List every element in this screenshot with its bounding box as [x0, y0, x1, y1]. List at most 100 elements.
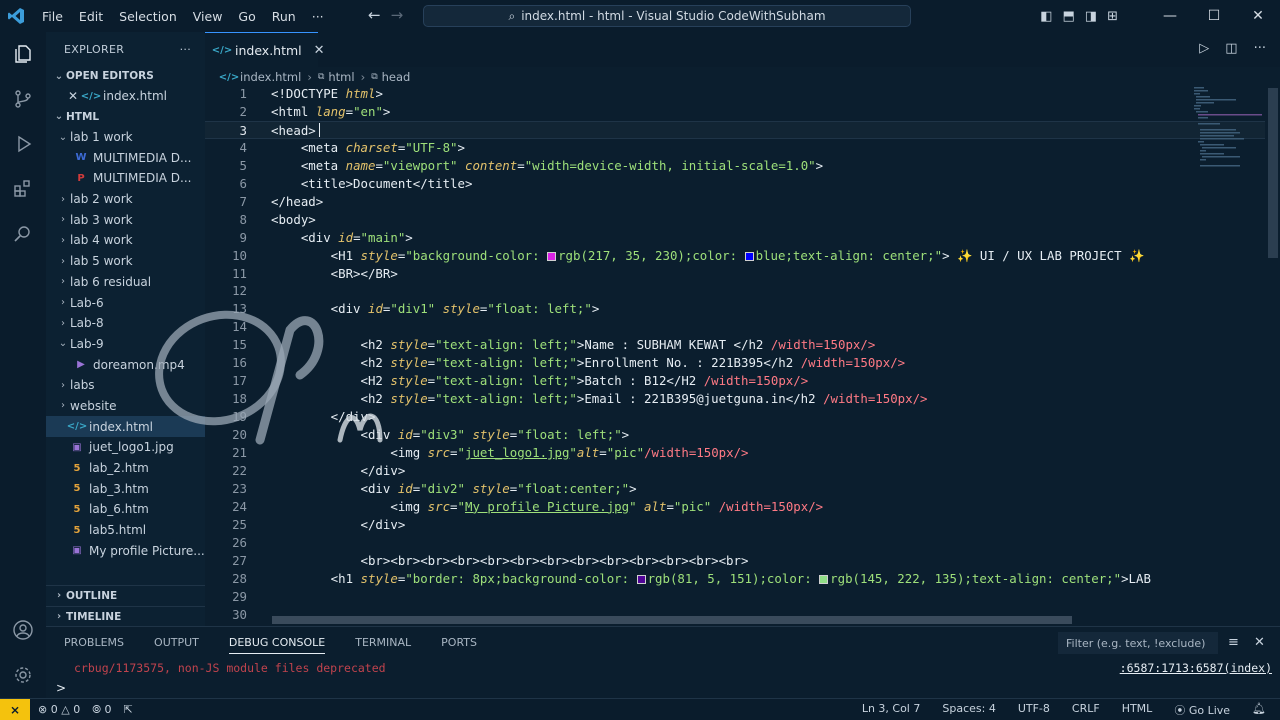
- customize-layout-icon[interactable]: ⊞: [1107, 9, 1118, 24]
- toggle-primary-sidebar-icon[interactable]: ◧: [1040, 9, 1052, 24]
- folder-item[interactable]: › lab 6 residual: [46, 272, 205, 293]
- run-file-icon[interactable]: ▷: [1199, 41, 1209, 56]
- console-filter-input[interactable]: Filter (e.g. text, !exclude): [1058, 632, 1218, 654]
- breadcrumb-html[interactable]: html: [328, 70, 354, 84]
- forward-arrow-icon[interactable]: →: [391, 6, 404, 24]
- search-view-icon[interactable]: [9, 220, 37, 248]
- code-token: style: [472, 480, 510, 496]
- folder-item[interactable]: › website: [46, 396, 205, 417]
- color-swatch[interactable]: [744, 251, 754, 261]
- code-token: =: [450, 498, 458, 514]
- extensions-icon[interactable]: [9, 175, 37, 203]
- tab-index-html[interactable]: </> index.html ✕: [205, 32, 325, 67]
- account-icon[interactable]: [9, 616, 37, 644]
- maximize-icon[interactable]: ☐: [1192, 8, 1236, 24]
- file-item[interactable]: 5 lab_6.htm: [46, 499, 205, 520]
- folder-item[interactable]: ⌄ lab 1 work: [46, 127, 205, 148]
- back-arrow-icon[interactable]: ←: [368, 6, 381, 24]
- tab-ports[interactable]: PORTS: [441, 636, 477, 654]
- minimap[interactable]: [1192, 85, 1266, 175]
- command-center[interactable]: ⌕ index.html - html - Visual Studio Code…: [423, 5, 911, 27]
- folder-item[interactable]: › Lab-8: [46, 313, 205, 334]
- code-token: rgb(145, 222, 135);text-align: center;": [830, 570, 1122, 586]
- menu-item[interactable]: ···: [304, 9, 332, 24]
- file-item[interactable]: W MULTIMEDIA D...: [46, 147, 205, 168]
- window-title: index.html - html - Visual Studio CodeWi…: [521, 9, 826, 23]
- menu-item[interactable]: Edit: [71, 9, 111, 24]
- ports-status[interactable]: ⦾ 0: [92, 703, 111, 717]
- encoding[interactable]: UTF-8: [1018, 702, 1050, 718]
- file-item[interactable]: 5 lab_3.htm: [46, 478, 205, 499]
- folder-item[interactable]: › lab 3 work: [46, 209, 205, 230]
- toggle-secondary-sidebar-icon[interactable]: ◨: [1085, 9, 1097, 24]
- explorer-icon[interactable]: [9, 40, 37, 68]
- file-item[interactable]: ▶ doreamon.mp4: [46, 354, 205, 375]
- tab-terminal[interactable]: TERMINAL: [355, 636, 411, 654]
- menu-item[interactable]: Selection: [111, 9, 185, 24]
- problems-status[interactable]: ⊗ 0 △ 0: [38, 703, 80, 717]
- run-debug-icon[interactable]: [9, 130, 37, 158]
- menu-item[interactable]: View: [185, 9, 231, 24]
- code-text: <h2 style="text-align: left;">Enrollment…: [271, 354, 906, 372]
- toggle-panel-icon[interactable]: ⬒: [1063, 9, 1075, 24]
- go-live-button[interactable]: ⦿ Go Live: [1174, 702, 1230, 718]
- open-editors-section[interactable]: ⌄ OPEN EDITORS: [46, 66, 205, 86]
- folder-item[interactable]: › lab 5 work: [46, 251, 205, 272]
- clear-console-icon[interactable]: ≡: [1228, 635, 1239, 650]
- menu-item[interactable]: File: [34, 9, 71, 24]
- horizontal-scrollbar[interactable]: [272, 616, 1072, 624]
- close-tab-icon[interactable]: ✕: [314, 43, 325, 58]
- file-item[interactable]: 5 lab_2.htm: [46, 458, 205, 479]
- cursor-position[interactable]: Ln 3, Col 7: [862, 702, 921, 718]
- tab-problems[interactable]: PROBLEMS: [64, 636, 124, 654]
- color-swatch[interactable]: [547, 251, 557, 261]
- color-swatch[interactable]: [636, 574, 646, 584]
- debug-icon[interactable]: ⇱: [124, 703, 133, 717]
- source-control-icon[interactable]: [9, 85, 37, 113]
- folder-item[interactable]: › lab 4 work: [46, 230, 205, 251]
- minimize-icon[interactable]: —: [1148, 8, 1192, 24]
- file-link[interactable]: My profile Picture.jpg: [465, 499, 629, 514]
- workspace-root-section[interactable]: ⌄ HTML: [46, 107, 205, 127]
- breadcrumb-file[interactable]: index.html: [240, 70, 301, 84]
- more-actions-icon[interactable]: ···: [1254, 41, 1266, 56]
- timeline-section[interactable]: › TIMELINE: [46, 606, 205, 626]
- folder-item[interactable]: › lab 2 work: [46, 189, 205, 210]
- language-mode[interactable]: HTML: [1122, 702, 1153, 718]
- close-panel-icon[interactable]: ✕: [1254, 635, 1265, 650]
- folder-item[interactable]: › Lab-6: [46, 292, 205, 313]
- settings-gear-icon[interactable]: [9, 661, 37, 689]
- console-source-link[interactable]: :6587:1713:6587(index): [1120, 661, 1272, 675]
- tab-output[interactable]: OUTPUT: [154, 636, 199, 654]
- line-ending[interactable]: CRLF: [1072, 702, 1100, 718]
- code-token: style: [390, 373, 428, 389]
- file-item[interactable]: ▣ juet_logo1.jpg: [46, 437, 205, 458]
- notifications-icon[interactable]: 🔔︎: [1252, 702, 1266, 718]
- code-editor[interactable]: 1 <!DOCTYPE html> 2 <html lang="en"> 3 <head>…: [205, 85, 1265, 625]
- indentation[interactable]: Spaces: 4: [942, 702, 995, 718]
- file-item[interactable]: ▣ My profile Picture...: [46, 540, 205, 561]
- vertical-scrollbar[interactable]: [1268, 88, 1278, 258]
- split-editor-icon[interactable]: ◫: [1225, 41, 1237, 56]
- tab-debug-console[interactable]: DEBUG CONSOLE: [228, 636, 326, 654]
- folder-item[interactable]: ⌄ Lab-9: [46, 334, 205, 355]
- menu-item[interactable]: Go: [230, 9, 263, 24]
- file-item[interactable]: 5 lab5.html: [46, 520, 205, 541]
- breadcrumb-head[interactable]: head: [382, 70, 411, 84]
- folder-item[interactable]: › labs: [46, 375, 205, 396]
- color-swatch[interactable]: [819, 574, 829, 584]
- file-link[interactable]: juet_logo1.jpg: [465, 445, 569, 460]
- menu-item[interactable]: Run: [264, 9, 304, 24]
- code-token: "width=device-width, initial-scale=1.0": [524, 157, 816, 173]
- remote-icon[interactable]: ⨯: [0, 698, 30, 720]
- console-prompt[interactable]: >: [56, 681, 66, 695]
- file-item[interactable]: </> index.html: [46, 416, 205, 437]
- open-editor-item[interactable]: ✕ </> index.html: [46, 86, 205, 107]
- file-item[interactable]: P MULTIMEDIA D...: [46, 168, 205, 189]
- close-window-icon[interactable]: ✕: [1236, 8, 1280, 24]
- more-actions-icon[interactable]: ···: [180, 43, 191, 56]
- code-token: ": [457, 445, 465, 460]
- outline-section[interactable]: › OUTLINE: [46, 585, 205, 605]
- code-text: <BR></BR>: [271, 265, 398, 283]
